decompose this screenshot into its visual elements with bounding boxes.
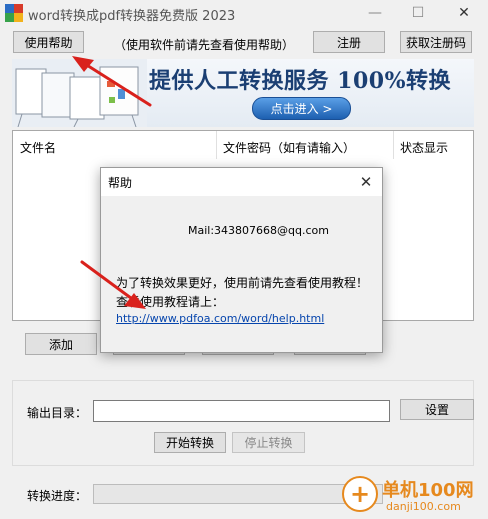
- maximize-button[interactable]: ☐: [398, 0, 438, 26]
- progress-label: 转换进度：: [27, 489, 88, 503]
- help-dialog: 帮助 ✕ Mail:343807668@qq.com 为了转换效果更好，使用前请…: [100, 167, 383, 353]
- dialog-mail: Mail:343807668@qq.com: [188, 224, 329, 237]
- title-bar: word转换成pdf转换器免费版 2023 — ☐ ✕: [0, 0, 488, 26]
- watermark-text: 单机100网: [382, 480, 474, 501]
- column-divider: [216, 131, 217, 159]
- column-header-status[interactable]: 状态显示: [400, 139, 448, 156]
- plus-logo-icon: +: [342, 476, 378, 512]
- dialog-line2: 查看使用教程请上：: [116, 295, 225, 309]
- add-button[interactable]: 添加: [25, 333, 97, 355]
- banner-headline: 提供人工转换服务 100%转换: [149, 68, 451, 94]
- promo-banner[interactable]: 提供人工转换服务 100%转换 点击进入 >: [12, 59, 474, 127]
- dialog-close-icon[interactable]: ✕: [354, 171, 378, 193]
- minimize-button[interactable]: —: [355, 0, 395, 26]
- banner-enter-button[interactable]: 点击进入 >: [252, 97, 351, 120]
- help-button[interactable]: 使用帮助: [13, 31, 84, 53]
- output-dir-input[interactable]: [93, 400, 390, 422]
- settings-button[interactable]: 设置: [400, 399, 474, 420]
- dialog-help-link[interactable]: http://www.pdfoa.com/word/help.html: [116, 312, 324, 325]
- column-header-filename[interactable]: 文件名: [20, 139, 56, 156]
- start-convert-button[interactable]: 开始转换: [154, 432, 226, 453]
- progress-bar: [93, 484, 383, 504]
- window-title: word转换成pdf转换器免费版 2023: [28, 9, 236, 24]
- close-window-button[interactable]: ✕: [444, 0, 484, 26]
- get-register-code-button[interactable]: 获取注册码: [400, 31, 472, 53]
- watermark-domain: danji100.com: [386, 500, 461, 513]
- dialog-title-bar: [101, 168, 382, 196]
- output-dir-label: 输出目录：: [27, 406, 88, 420]
- help-hint: （使用软件前请先查看使用帮助）: [114, 38, 295, 52]
- column-header-password[interactable]: 文件密码（如有请输入）: [223, 139, 355, 156]
- dialog-line1: 为了转换效果更好，使用前请先查看使用教程！: [116, 276, 369, 290]
- output-group: [12, 380, 474, 466]
- register-button[interactable]: 注册: [313, 31, 385, 53]
- dialog-title: 帮助: [108, 176, 133, 190]
- column-divider: [393, 131, 394, 159]
- app-icon: [5, 4, 23, 22]
- stop-convert-button[interactable]: 停止转换: [232, 432, 305, 453]
- whiteboard-illustration: [12, 59, 147, 127]
- site-watermark: + 单机100网 danji100.com: [342, 474, 488, 519]
